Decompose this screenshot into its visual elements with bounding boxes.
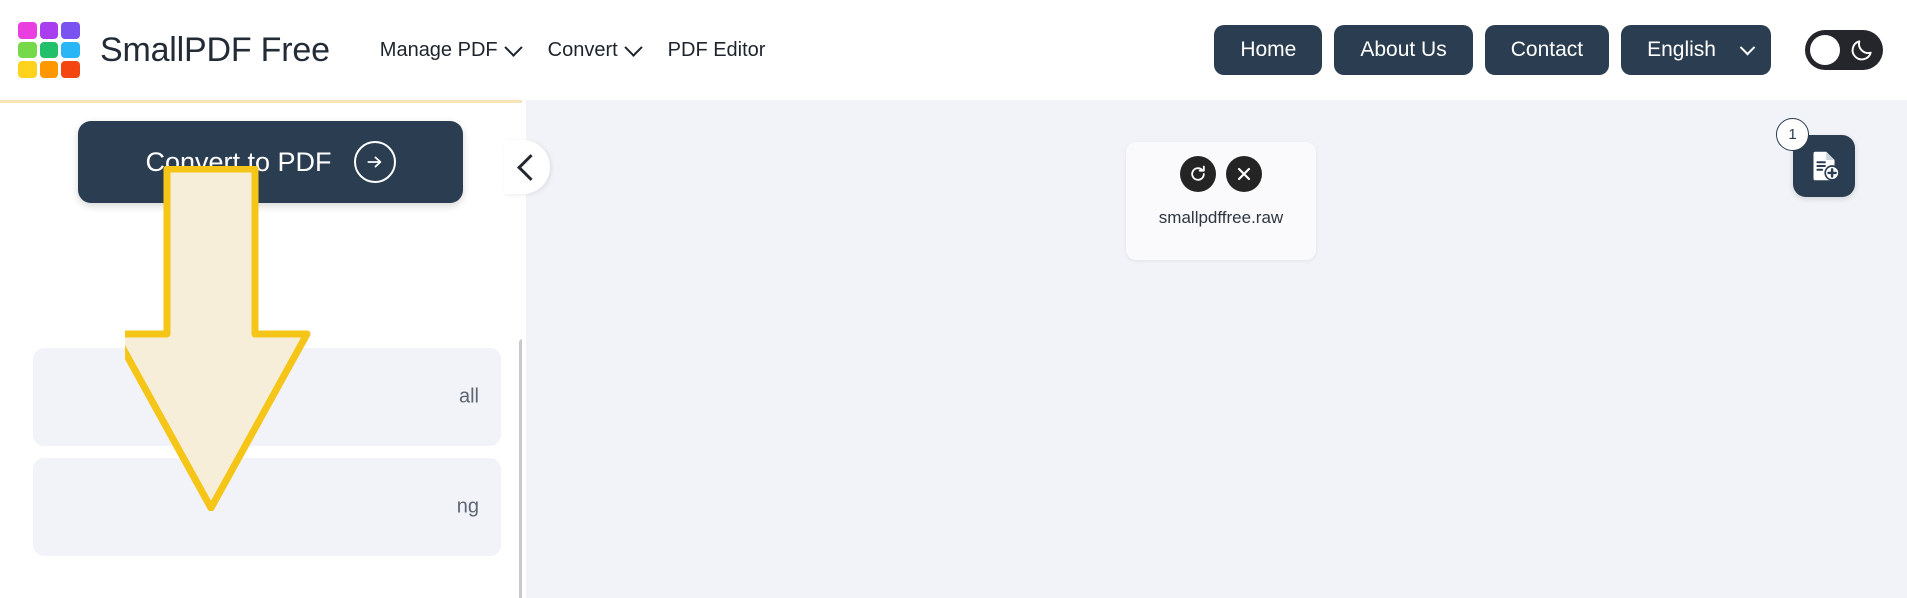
sidebar-scrollbar[interactable] xyxy=(519,339,522,598)
scrollbar-thumb[interactable] xyxy=(519,339,522,598)
option-row-2-text: ng xyxy=(456,495,479,518)
file-card-actions xyxy=(1126,142,1316,192)
option-row-1[interactable]: all xyxy=(33,348,501,446)
toggle-knob xyxy=(1810,35,1840,65)
chevron-down-icon xyxy=(623,37,643,57)
add-document-icon xyxy=(1813,151,1840,181)
logo-cell-8 xyxy=(39,61,59,78)
file-card[interactable]: smallpdffree.raw xyxy=(1126,142,1316,260)
header-actions: Home About Us Contact English xyxy=(1214,25,1883,75)
language-selector[interactable]: English xyxy=(1621,25,1771,75)
language-label: English xyxy=(1647,38,1716,61)
rotate-icon[interactable] xyxy=(1180,156,1216,192)
moon-icon xyxy=(1851,40,1872,61)
about-us-button[interactable]: About Us xyxy=(1334,25,1473,75)
arrow-right-circle-icon xyxy=(353,141,396,183)
brand-logo-area[interactable]: SmallPDF Free xyxy=(18,22,330,78)
convert-button-label: Convert to PDF xyxy=(145,146,332,177)
option-row-1-text: all xyxy=(458,385,479,408)
nav-label-convert: Convert xyxy=(547,38,618,61)
logo-cell-9 xyxy=(61,61,80,78)
sidebar-collapse-button[interactable] xyxy=(504,140,550,194)
nav-item-convert[interactable]: Convert xyxy=(534,33,654,68)
file-name-label: smallpdffree.raw xyxy=(1158,208,1284,227)
main-navigation: Manage PDF Convert PDF Editor xyxy=(366,33,780,68)
close-icon[interactable] xyxy=(1226,156,1262,192)
logo-cell-1 xyxy=(18,22,37,39)
nav-item-manage-pdf[interactable]: Manage PDF xyxy=(366,33,534,68)
chevron-left-icon xyxy=(516,153,544,181)
app-header: SmallPDF Free Manage PDF Convert PDF Edi… xyxy=(0,0,1907,100)
logo-cell-2 xyxy=(39,22,59,39)
nav-item-pdf-editor[interactable]: PDF Editor xyxy=(654,33,780,68)
chevron-down-icon xyxy=(503,37,523,57)
nav-label-pdf-editor: PDF Editor xyxy=(667,38,766,61)
brand-title: SmallPDF Free xyxy=(100,30,330,69)
main-workspace: smallpdffree.raw 1 xyxy=(504,100,1907,598)
logo-cell-3 xyxy=(61,22,80,39)
logo-cell-5 xyxy=(39,41,59,59)
contact-button[interactable]: Contact xyxy=(1484,25,1610,75)
left-sidebar: Convert to PDF all ng Merge all images i… xyxy=(0,100,522,598)
home-button[interactable]: Home xyxy=(1214,25,1323,75)
chevron-down-icon xyxy=(1739,39,1756,55)
nav-label-manage-pdf: Manage PDF xyxy=(379,38,498,61)
logo-cell-7 xyxy=(18,61,37,78)
dark-mode-toggle[interactable] xyxy=(1805,30,1883,70)
logo-cell-6 xyxy=(61,41,80,59)
file-count-badge: 1 xyxy=(1776,118,1809,151)
logo-cell-4 xyxy=(18,41,37,59)
option-row-2[interactable]: ng xyxy=(33,458,501,556)
convert-to-pdf-button[interactable]: Convert to PDF xyxy=(78,121,463,203)
logo-grid-icon xyxy=(18,22,80,78)
